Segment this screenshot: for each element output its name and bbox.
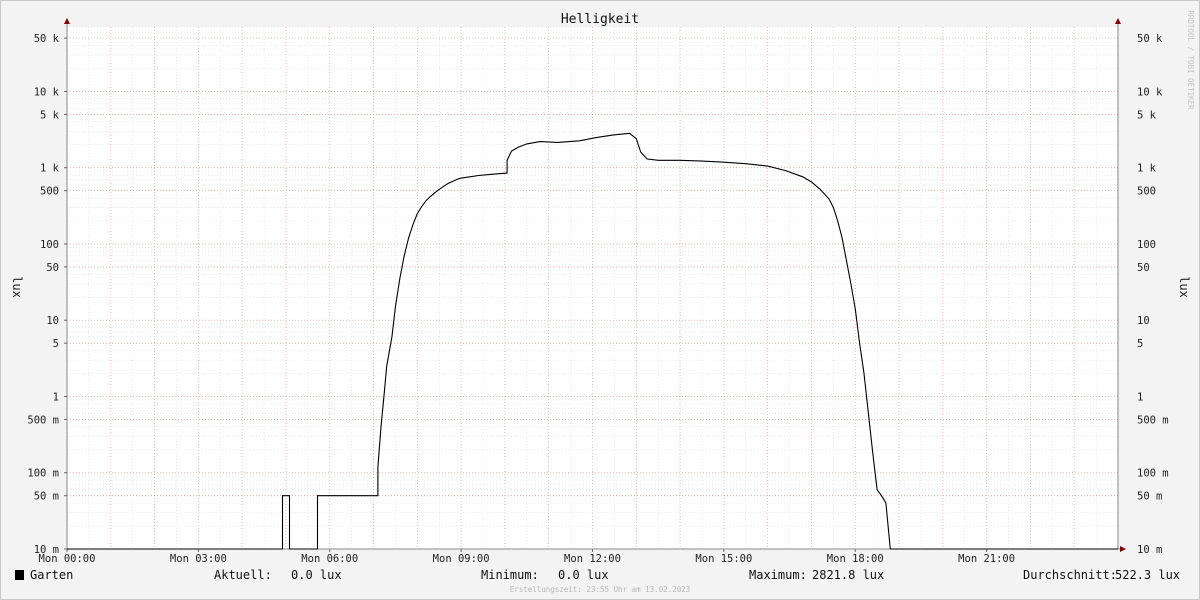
watermark: RRDTOOL / TOBI OETIKER <box>1186 10 1195 110</box>
y-tick-label-right: 50 k <box>1137 33 1163 45</box>
y-tick-label-left: 10 <box>46 315 59 327</box>
x-tick-label: Mon 18:00 <box>827 553 884 565</box>
x-tick-label: Mon 06:00 <box>301 553 358 565</box>
y-tick-label-right: 1 <box>1137 391 1143 403</box>
chart-title: Helligkeit <box>561 12 639 27</box>
y-tick-label-left: 100 m <box>27 468 59 480</box>
y-tick-label-right: 1 k <box>1137 163 1157 175</box>
y-tick-label-left: 50 m <box>34 491 59 503</box>
y-tick-label-right: 10 k <box>1137 86 1163 98</box>
y-tick-label-left: 500 m <box>27 414 59 426</box>
legend-max-label: Maximum: <box>749 568 807 582</box>
y-tick-label-left: 50 k <box>34 33 60 45</box>
y-tick-label-right: 10 <box>1137 315 1150 327</box>
y-tick-label-left: 10 k <box>34 86 60 98</box>
legend-max-value: 2821.8 lux <box>812 568 884 582</box>
x-tick-label: Mon 09:00 <box>433 553 490 565</box>
brightness-chart: 50 k 50 k10 k 10 k5 k5 k1 k1 k500 500100 100… <box>0 0 1200 600</box>
y-tick-label-left: 500 <box>40 186 59 198</box>
y-tick-label-left: 1 k <box>40 163 60 175</box>
y-tick-label-right: 500 <box>1137 186 1156 198</box>
x-tick-label: Mon 03:00 <box>170 553 227 565</box>
y-tick-label-right: 5 <box>1137 338 1143 350</box>
chart-root: 50 k 50 k 10 k 10 k5 k5 k1 k1 k 500 500 100 100… <box>0 0 1200 600</box>
legend-current-value: 0.0 lux <box>291 568 342 582</box>
y-axis-label-right: lux <box>1177 276 1191 298</box>
y-tick-label-left: 100 <box>40 239 59 251</box>
y-axis-label-left: lux <box>10 276 24 298</box>
x-tick-label: Mon 12:00 <box>564 553 621 565</box>
y-tick-label-right: 50 <box>1137 262 1150 274</box>
y-tick-label-right: 100 m <box>1137 468 1169 480</box>
legend-avg-label: Durchschnitt: <box>1023 568 1117 582</box>
legend-min-value: 0.0 lux <box>558 568 609 582</box>
x-tick-label: Mon 15:00 <box>695 553 752 565</box>
x-tick-label: Mon 00:00 <box>39 553 96 565</box>
y-tick-label-left: 5 <box>53 338 59 350</box>
y-tick-label-left: 1 <box>53 391 59 403</box>
legend-current-label: Aktuell: <box>214 568 272 582</box>
y-tick-label-left: 50 <box>46 262 59 274</box>
legend-avg-value: 522.3 lux <box>1115 568 1180 582</box>
footer-timestamp: Erstellungszeit: 23:55 Uhr am 13.02.2023 <box>510 585 691 594</box>
y-tick-label-right: 10 m <box>1137 544 1162 556</box>
y-tick-label-right: 100 <box>1137 239 1156 251</box>
y-tick-label-right: 50 m <box>1137 491 1162 503</box>
legend-swatch <box>15 570 24 580</box>
x-tick-label: Mon 21:00 <box>958 553 1015 565</box>
y-tick-label-right: 5 k <box>1137 109 1157 121</box>
legend-series-name: Garten <box>30 568 73 582</box>
y-tick-label-left: 5 k <box>40 109 60 121</box>
y-tick-label-right: 500 m <box>1137 414 1169 426</box>
legend-min-label: Minimum: <box>481 568 539 582</box>
